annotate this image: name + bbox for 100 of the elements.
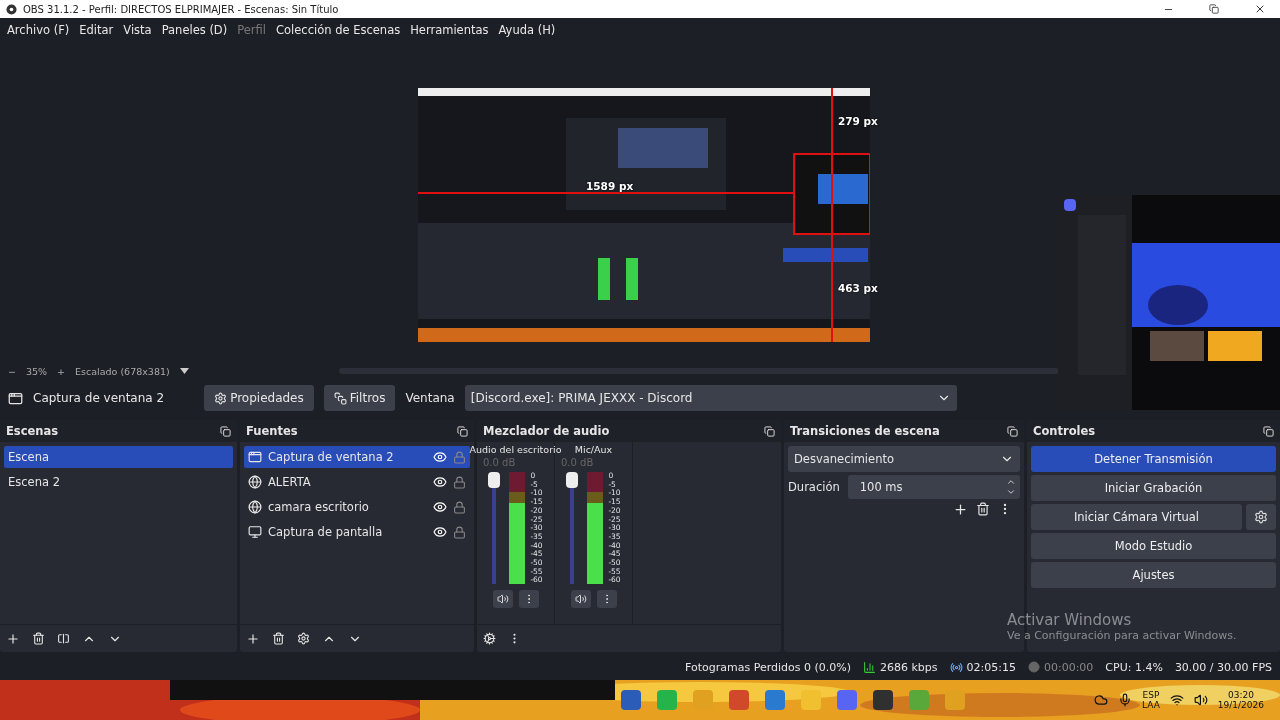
restore-icon[interactable] (1209, 4, 1219, 14)
cpu-usage: CPU: 1.4% (1105, 660, 1163, 674)
eye-icon[interactable] (433, 475, 447, 489)
control-button[interactable]: Detener Transmisión (1031, 446, 1276, 472)
channel-name: Mic/Aux (574, 444, 613, 455)
window-title: OBS 31.1.2 - Perfil: DIRECTOS ELPRIMAJER - Escenas: Sin Título (23, 3, 340, 15)
source-name: camara escritorio (268, 500, 370, 514)
close-icon[interactable] (1254, 3, 1266, 15)
undock-icon[interactable] (457, 425, 468, 437)
zoom-out-button[interactable]: − (8, 365, 16, 377)
bitrate: 2686 kbps (880, 660, 938, 674)
source-item[interactable]: Captura de ventana 2 (244, 446, 470, 468)
menu-item[interactable]: Editar (74, 23, 119, 37)
panel-title: Mezclador de audio (483, 424, 610, 438)
clock-time[interactable]: 03:20 (1227, 690, 1254, 700)
window-icon (8, 390, 23, 406)
fps-reading: 30.00 / 30.00 FPS (1174, 660, 1272, 674)
add-icon[interactable] (6, 631, 20, 646)
control-button[interactable]: Modo Estudio (1031, 533, 1276, 559)
distance-label: 279 px (838, 115, 878, 127)
app-icon[interactable] (836, 689, 858, 711)
source-name: Captura de ventana 2 (268, 450, 395, 464)
speaker-icon (496, 593, 509, 605)
zoom-value: 35% (25, 365, 48, 377)
source-item[interactable]: ALERTA (244, 471, 470, 493)
volume-reading: 0.0 dB (560, 457, 594, 468)
mute-button[interactable] (570, 590, 591, 608)
undock-icon[interactable] (1263, 425, 1274, 437)
undock-icon[interactable] (1007, 425, 1018, 437)
filter-icon[interactable] (57, 632, 70, 645)
window-icon (248, 450, 262, 464)
duration-label: Duración (788, 480, 840, 494)
menu-item[interactable]: Ayuda (H) (493, 23, 561, 37)
source-name: Captura de ventana 2 (33, 391, 165, 405)
wifi-icon[interactable] (1169, 693, 1184, 707)
filters-button[interactable]: Filtros (323, 385, 396, 411)
eye-icon[interactable] (433, 525, 447, 539)
mic-icon[interactable] (1118, 693, 1133, 707)
menu-item[interactable]: Paneles (D) (156, 23, 233, 37)
more-button[interactable] (596, 590, 617, 608)
menu-item[interactable]: Colección de Escenas (271, 23, 406, 37)
volume-reading: 0.0 dB (482, 457, 516, 468)
undock-icon[interactable] (220, 425, 231, 437)
cloud-icon[interactable] (1094, 693, 1109, 707)
stream-time: 02:05:15 (966, 660, 1016, 674)
undock-icon[interactable] (764, 425, 775, 437)
app-icon[interactable] (620, 689, 642, 711)
duration-field[interactable]: 100 ms (847, 475, 1020, 499)
speaker-icon (574, 593, 587, 605)
scene-item[interactable]: Escena 2 (4, 471, 233, 493)
clock-date[interactable]: 19/1/2026 (1217, 700, 1264, 710)
control-button[interactable]: Iniciar Grabación (1031, 475, 1276, 501)
panel-title: Controles (1033, 424, 1096, 438)
activation-text: Ve a Configuración para activar Windows. (1007, 629, 1237, 642)
control-button[interactable]: Iniciar Cámara Virtual (1031, 504, 1242, 530)
control-button[interactable]: Ajustes (1031, 562, 1276, 588)
slider-thumb[interactable] (488, 472, 501, 488)
language[interactable]: ESP (1142, 690, 1160, 700)
trash-icon[interactable] (272, 632, 285, 645)
more-button[interactable] (518, 590, 539, 608)
properties-button[interactable]: Propiedades (204, 385, 314, 411)
settings-button[interactable] (1246, 504, 1276, 530)
source-name: Captura de pantalla (268, 525, 384, 539)
record-time: 00:00:00 (1043, 660, 1094, 674)
add-icon[interactable] (953, 502, 968, 517)
lock-icon[interactable] (453, 525, 466, 539)
app-icon[interactable] (728, 689, 750, 711)
settings-icon[interactable] (297, 632, 310, 645)
source-item[interactable]: Captura de pantalla (244, 521, 470, 543)
increment-icon[interactable] (1006, 477, 1016, 487)
menu-item[interactable]: Vista (118, 23, 157, 37)
app-icon[interactable] (764, 689, 786, 711)
scaling-label: Escalado (678x381) (75, 365, 170, 377)
slider-thumb[interactable] (566, 472, 579, 488)
trash-icon[interactable] (976, 502, 990, 516)
menu-item[interactable]: Archivo (F) (2, 23, 75, 37)
settings-icon[interactable] (483, 632, 496, 645)
trash-icon[interactable] (32, 632, 45, 645)
filter-icon (333, 391, 347, 405)
eye-icon[interactable] (433, 500, 447, 514)
transition-dropdown[interactable]: Desvanecimiento (788, 446, 1020, 472)
window-dropdown[interactable]: [Discord.exe]: PRIMA JEXXX - Discord (464, 385, 957, 411)
zoom-in-button[interactable]: + (57, 365, 66, 377)
app-icon[interactable] (872, 689, 894, 711)
lock-icon[interactable] (453, 475, 466, 489)
keyboard-layout[interactable]: LAA (1142, 700, 1160, 710)
caret-icon[interactable] (179, 368, 189, 374)
decrement-icon[interactable] (1006, 487, 1016, 497)
volume-icon[interactable] (1193, 693, 1208, 707)
eye-icon[interactable] (433, 450, 447, 464)
activation-title: Activar Windows (1007, 611, 1133, 629)
add-icon[interactable] (246, 631, 260, 646)
menu-item[interactable]: Herramientas (405, 23, 494, 37)
globe-icon (248, 500, 262, 514)
monitor-icon (248, 525, 262, 539)
scene-item[interactable]: Escena (4, 446, 233, 468)
mute-button[interactable] (492, 590, 513, 608)
source-item[interactable]: camara escritorio (244, 496, 470, 518)
source-name: ALERTA (268, 475, 312, 489)
lock-icon[interactable] (453, 500, 466, 514)
